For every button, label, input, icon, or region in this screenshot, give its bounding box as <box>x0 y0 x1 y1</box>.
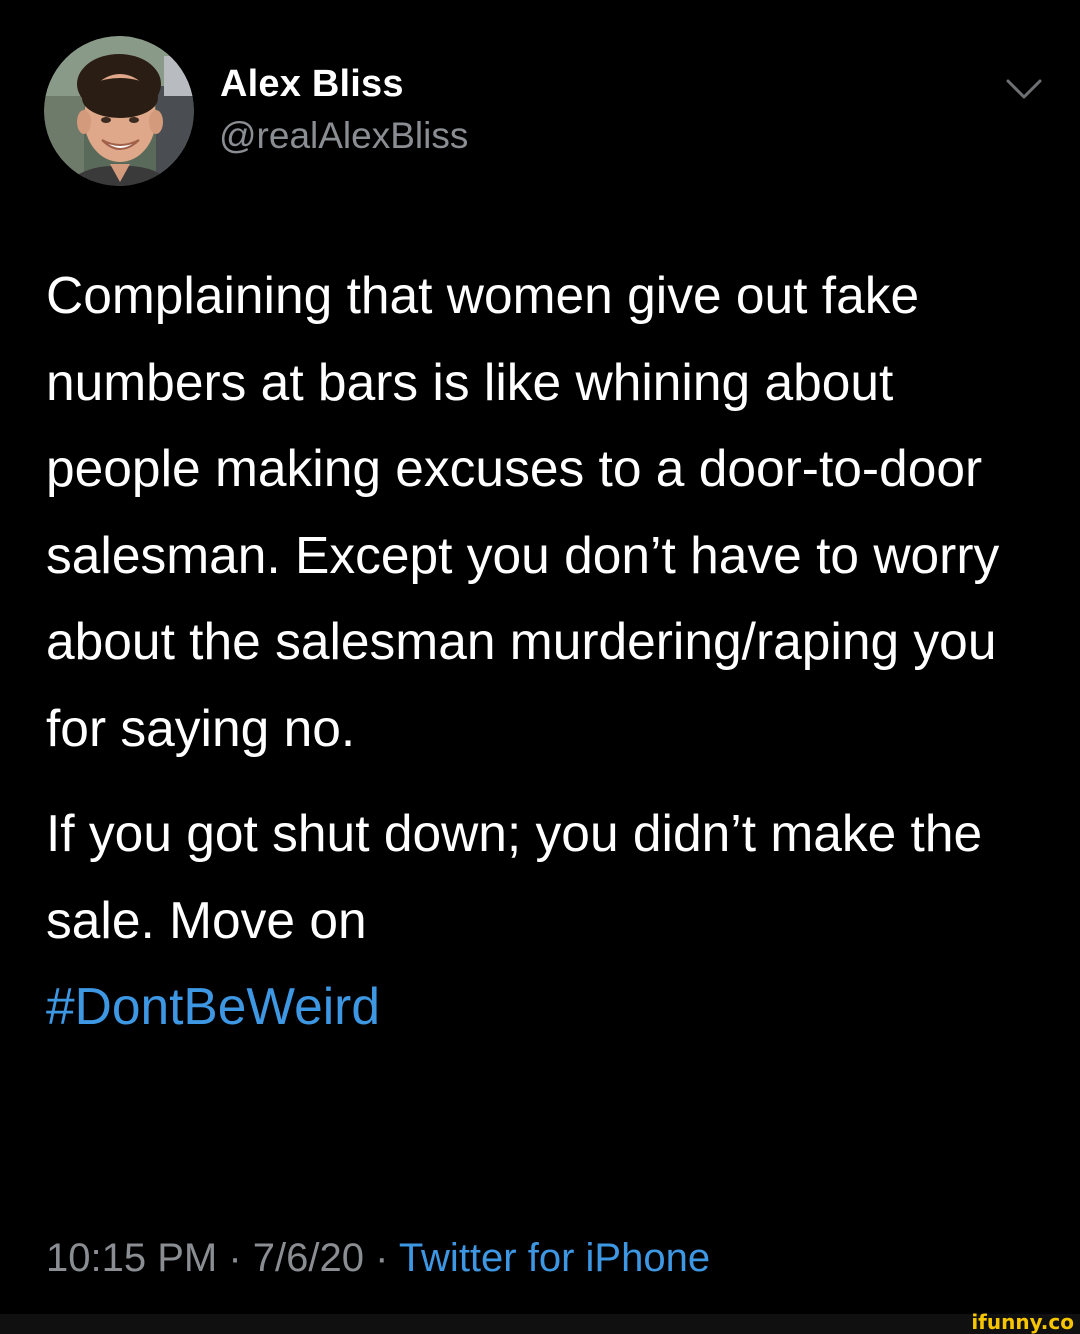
hashtag-link[interactable]: #DontBeWeird <box>46 977 380 1035</box>
author-display-name[interactable]: Alex Bliss <box>220 63 404 106</box>
tweet-paragraph-2-text: If you got shut down; you didn’t make th… <box>46 804 983 949</box>
tweet-time: 10:15 PM <box>46 1236 218 1280</box>
avatar-photo <box>44 36 194 186</box>
meta-separator: · <box>217 1236 253 1280</box>
author-handle[interactable]: @realAlexBliss <box>219 115 468 157</box>
tweet-paragraph-1: Complaining that women give out fake num… <box>46 266 1000 757</box>
meta-separator: · <box>363 1236 399 1280</box>
tweet-source-link[interactable]: Twitter for iPhone <box>399 1236 710 1280</box>
tweet-card: Alex Bliss @realAlexBliss Complaining th… <box>0 0 1080 1314</box>
chevron-down-icon[interactable] <box>1004 75 1044 103</box>
ifunny-watermark: ifunny.co <box>971 1310 1074 1334</box>
watermark-bar <box>0 1314 1080 1334</box>
tweet-meta: 10:15 PM · 7/6/20 · Twitter for iPhone <box>46 1236 710 1281</box>
avatar[interactable] <box>44 36 194 186</box>
tweet-text: Complaining that women give out fake num… <box>46 252 1046 1050</box>
tweet-paragraph-2: If you got shut down; you didn’t make th… <box>46 790 1046 1050</box>
tweet-date: 7/6/20 <box>252 1236 364 1280</box>
